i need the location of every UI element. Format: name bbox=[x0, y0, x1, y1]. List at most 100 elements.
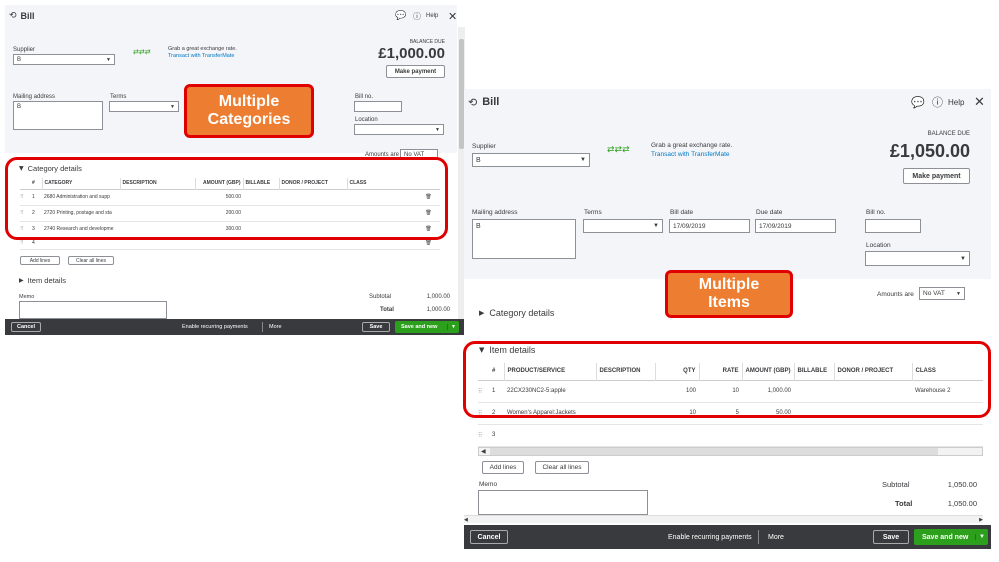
location-label: Location bbox=[866, 242, 891, 249]
caret-right-icon: ▶ bbox=[19, 277, 24, 284]
enable-recurring-link[interactable]: Enable recurring payments bbox=[668, 534, 752, 541]
total-amount: 1,050.00 bbox=[947, 499, 977, 508]
save-and-new-label: Save and new bbox=[922, 533, 969, 541]
cancel-button[interactable]: Cancel bbox=[11, 322, 41, 332]
history-icon[interactable]: ⟲ bbox=[9, 11, 17, 21]
callout-categories-line1: Multiple bbox=[218, 92, 280, 110]
fx-promo-link[interactable]: Transact with TransferMate bbox=[651, 151, 730, 158]
supplier-select[interactable]: B ▼ bbox=[13, 54, 115, 65]
more-link[interactable]: More bbox=[768, 534, 784, 541]
clear-all-lines-button[interactable]: Clear all lines bbox=[535, 461, 589, 474]
highlight-category-rows bbox=[5, 157, 448, 240]
chevron-down-icon: ▼ bbox=[956, 290, 961, 297]
close-icon[interactable]: ✕ bbox=[448, 10, 457, 23]
mailing-address-label: Mailing address bbox=[13, 94, 56, 100]
mailing-address-field[interactable]: B bbox=[472, 219, 576, 259]
table-row[interactable]: ⠿ 3 bbox=[478, 424, 983, 446]
table-horizontal-scrollbar[interactable]: ◀ bbox=[478, 447, 983, 456]
chevron-down-icon: ▼ bbox=[170, 103, 175, 110]
chevron-right-icon[interactable]: ▶ bbox=[979, 517, 983, 523]
amounts-are-select[interactable]: No VAT ▼ bbox=[919, 287, 965, 300]
chevron-down-icon[interactable]: ▼ bbox=[975, 534, 985, 540]
memo-label: Memo bbox=[19, 294, 35, 300]
amounts-are-label: Amounts are bbox=[877, 291, 914, 298]
feedback-icon[interactable]: 💬 bbox=[395, 11, 406, 21]
history-icon[interactable]: ⟲ bbox=[468, 96, 477, 109]
save-and-new-button[interactable]: Save and new ▼ bbox=[395, 321, 459, 333]
due-date-value: 17/09/2019 bbox=[759, 222, 792, 230]
help-icon[interactable]: ⓘ bbox=[932, 94, 943, 110]
save-and-new-label: Save and new bbox=[401, 324, 438, 330]
caret-right-icon: ▶ bbox=[479, 309, 485, 317]
save-button[interactable]: Save bbox=[873, 530, 909, 544]
make-payment-button[interactable]: Make payment bbox=[386, 65, 445, 78]
right-bill-window: ⟲ Bill 💬 ⓘ Help ✕ Supplier B ▼ ⇄⇄⇄ Grab a… bbox=[464, 89, 991, 549]
row-number: 3 bbox=[492, 432, 496, 438]
enable-recurring-link[interactable]: Enable recurring payments bbox=[182, 324, 248, 330]
subtotal-label: Subtotal bbox=[369, 294, 392, 300]
total-label: Total bbox=[380, 307, 394, 313]
supplier-select[interactable]: B ▼ bbox=[472, 153, 590, 167]
callout-multiple-items: Multiple Items bbox=[665, 270, 793, 318]
bill-no-field[interactable] bbox=[354, 101, 402, 112]
transfermate-logo-icon: ⇄⇄⇄ bbox=[133, 48, 151, 56]
item-details-header[interactable]: ▶ Item details bbox=[19, 276, 66, 285]
page-horizontal-scrollbar[interactable]: ◀ ▶ bbox=[464, 515, 983, 523]
amounts-are-value: No VAT bbox=[923, 290, 945, 297]
drag-handle-icon[interactable]: ⠿ bbox=[478, 424, 492, 446]
balance-due-amount: £1,000.00 bbox=[378, 45, 445, 62]
help-link[interactable]: Help bbox=[948, 98, 964, 107]
chevron-left-icon[interactable]: ◀ bbox=[479, 448, 486, 455]
fx-promo-line1: Grab a great exchange rate. bbox=[168, 46, 237, 52]
callout-categories-line2: Categories bbox=[207, 111, 291, 128]
bill-date-value: 17/09/2019 bbox=[673, 222, 706, 230]
transfermate-logo-icon: ⇄⇄⇄ bbox=[607, 145, 630, 155]
fx-promo-link[interactable]: Transact with TransferMate bbox=[168, 53, 234, 59]
bill-no-label: Bill no. bbox=[866, 209, 886, 216]
terms-select[interactable]: ▼ bbox=[583, 219, 663, 233]
add-lines-button[interactable]: Add lines bbox=[482, 461, 524, 474]
more-link[interactable]: More bbox=[269, 324, 282, 330]
close-icon[interactable]: ✕ bbox=[974, 95, 985, 110]
balance-due-label: BALANCE DUE bbox=[927, 131, 970, 137]
help-link[interactable]: Help bbox=[426, 13, 438, 19]
due-date-field[interactable]: 17/09/2019 bbox=[755, 219, 836, 233]
location-select[interactable]: ▼ bbox=[865, 251, 970, 266]
fx-promo-line1: Grab a great exchange rate. bbox=[651, 142, 733, 149]
supplier-label: Supplier bbox=[13, 47, 36, 53]
feedback-icon[interactable]: 💬 bbox=[911, 96, 925, 109]
bill-title: Bill bbox=[482, 96, 500, 108]
make-payment-button[interactable]: Make payment bbox=[903, 168, 970, 184]
bill-date-field[interactable]: 17/09/2019 bbox=[669, 219, 750, 233]
category-details-header[interactable]: ▶ Category details bbox=[479, 308, 554, 318]
due-date-label: Due date bbox=[756, 209, 783, 216]
save-and-new-button[interactable]: Save and new ▼ bbox=[914, 529, 988, 545]
supplier-label: Supplier bbox=[472, 143, 496, 150]
chevron-down-icon: ▼ bbox=[653, 223, 659, 229]
total-label: Total bbox=[895, 499, 913, 508]
scroll-thumb[interactable] bbox=[489, 448, 938, 455]
memo-field[interactable] bbox=[478, 490, 648, 515]
terms-select[interactable]: ▼ bbox=[109, 101, 179, 112]
mailing-address-field[interactable]: B bbox=[13, 101, 103, 130]
subtotal-label: Subtotal bbox=[882, 480, 910, 489]
footer-divider bbox=[758, 530, 759, 544]
cancel-button[interactable]: Cancel bbox=[470, 530, 508, 544]
bill-date-label: Bill date bbox=[670, 209, 694, 216]
callout-items-line1: Multiple bbox=[698, 275, 760, 293]
memo-label: Memo bbox=[479, 481, 498, 488]
balance-due-amount: £1,050.00 bbox=[889, 141, 970, 161]
chevron-down-icon[interactable]: ▼ bbox=[447, 324, 456, 330]
mailing-address-label: Mailing address bbox=[472, 209, 518, 216]
highlight-item-rows bbox=[463, 341, 991, 418]
location-select[interactable]: ▼ bbox=[354, 124, 444, 135]
help-icon[interactable]: ⓘ bbox=[413, 11, 421, 22]
supplier-value: B bbox=[17, 56, 22, 63]
left-footer: Cancel Enable recurring payments More Sa… bbox=[5, 319, 465, 335]
add-lines-button[interactable]: Add lines bbox=[20, 256, 60, 265]
memo-field[interactable] bbox=[19, 301, 167, 319]
bill-no-field[interactable] bbox=[865, 219, 921, 233]
save-button[interactable]: Save bbox=[362, 322, 390, 332]
chevron-left-icon[interactable]: ◀ bbox=[464, 517, 468, 523]
clear-all-lines-button[interactable]: Clear all lines bbox=[68, 256, 114, 265]
